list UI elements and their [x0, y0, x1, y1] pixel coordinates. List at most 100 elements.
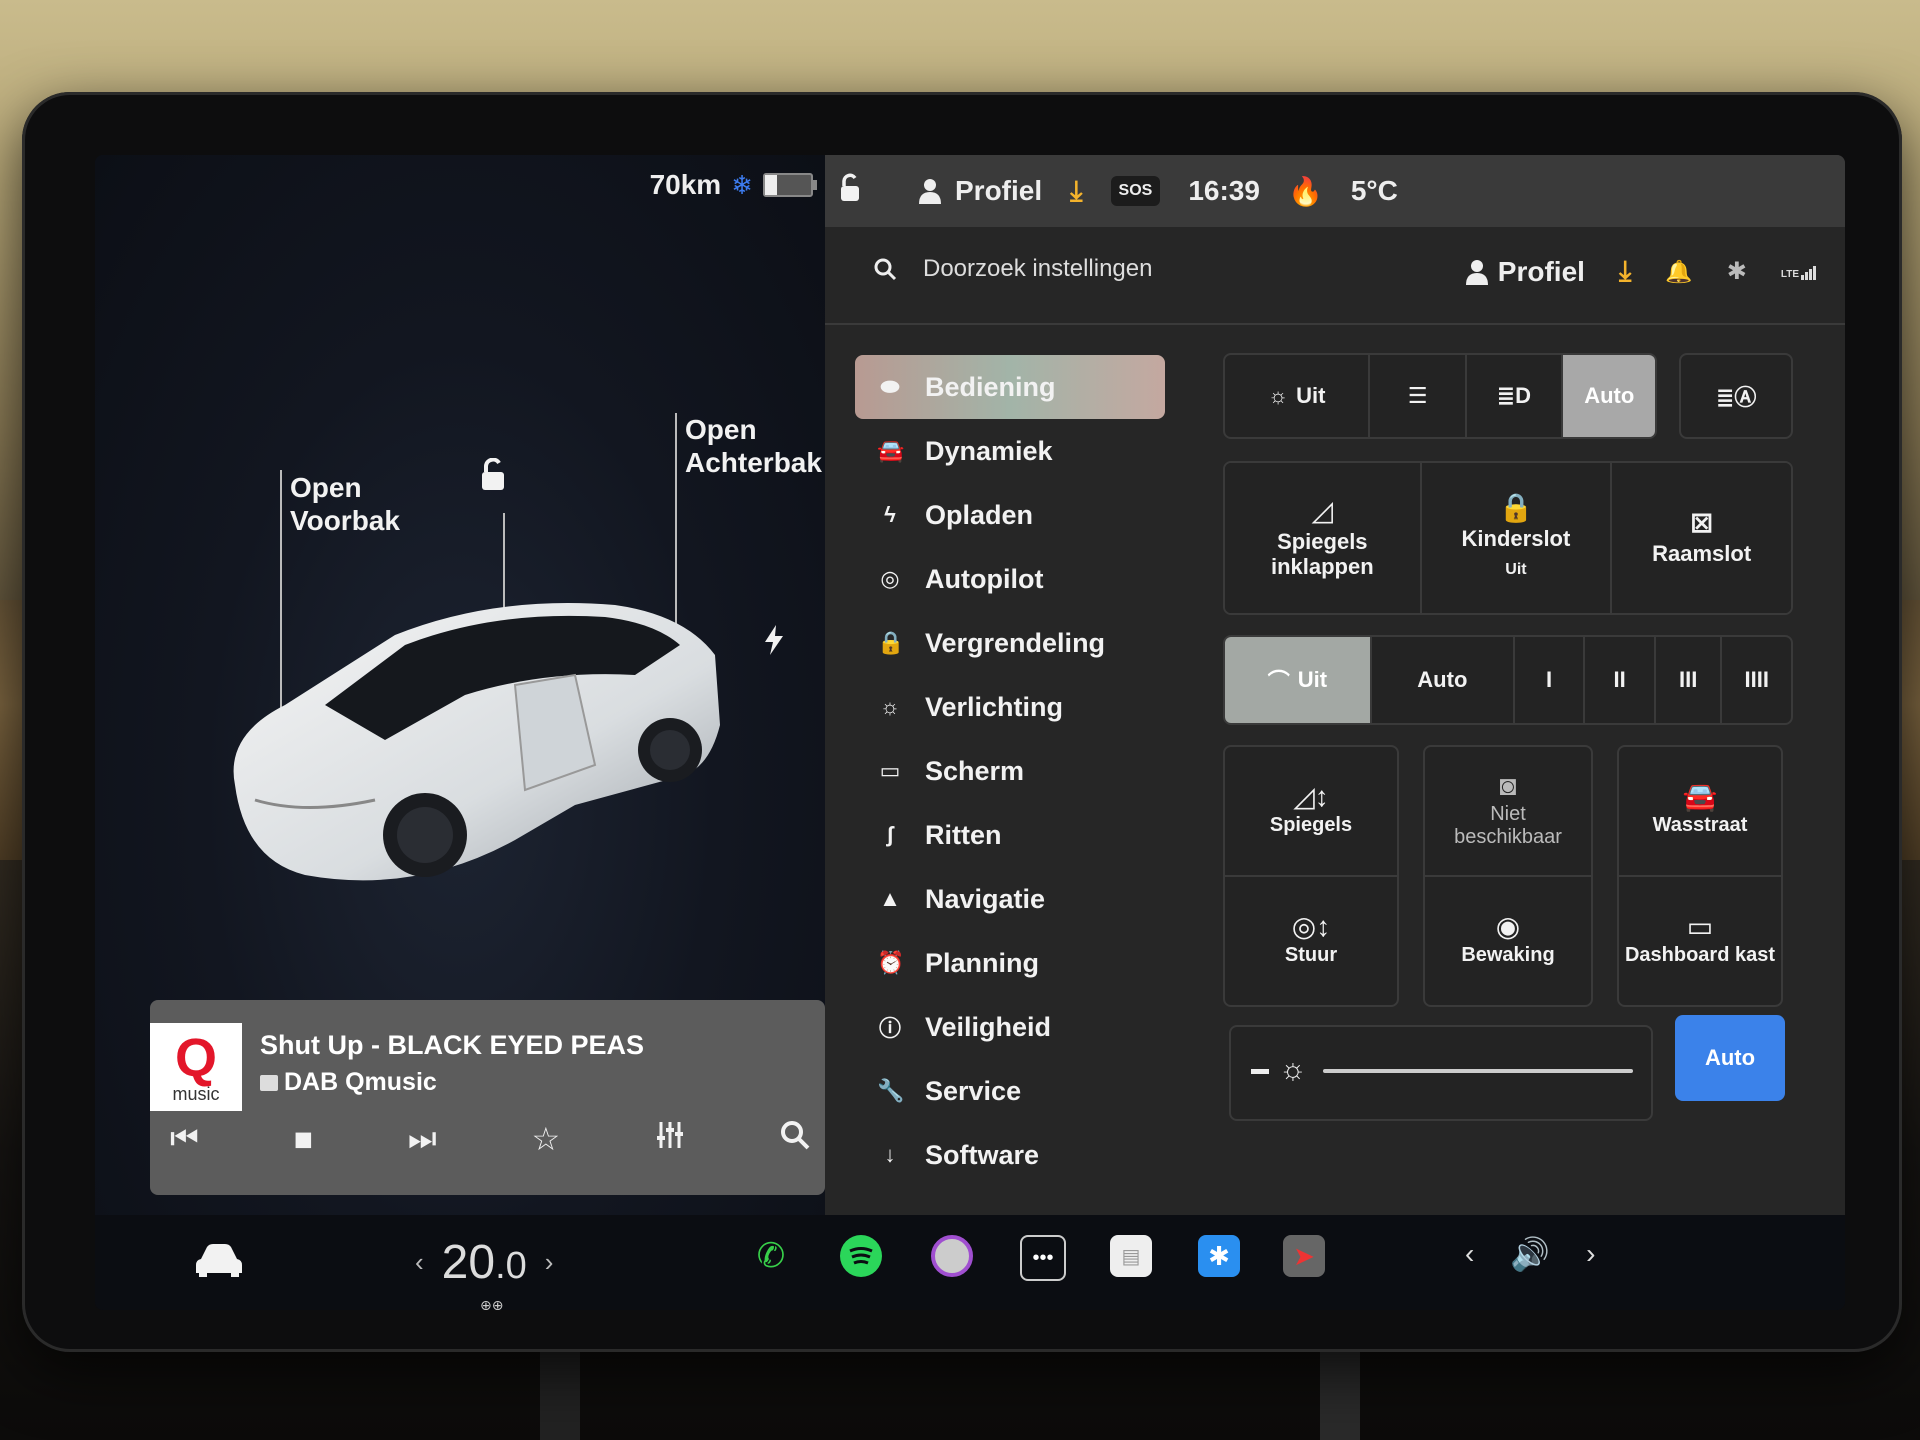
display-icon: ▭: [879, 758, 901, 783]
temp-decrease-button[interactable]: ‹: [415, 1247, 424, 1278]
search-placeholder: Doorzoek instellingen: [923, 255, 1153, 282]
car-controls-icon[interactable]: [195, 1243, 243, 1286]
child-lock-button[interactable]: 🔒 Kinderslot Uit: [1421, 463, 1613, 613]
unavailable-label-1: Niet: [1490, 802, 1526, 825]
stop-icon[interactable]: ■: [294, 1121, 313, 1158]
sun-icon: ☼: [1267, 383, 1289, 408]
next-track-icon[interactable]: ⏭: [408, 1120, 437, 1158]
wiper-speed-4[interactable]: IIII: [1722, 637, 1791, 723]
wiper-speed-2[interactable]: II: [1585, 637, 1656, 723]
spotify-app-icon[interactable]: [840, 1235, 882, 1277]
unavailable-label-2: beschikbaar: [1454, 825, 1562, 848]
calendar-app-icon[interactable]: ▤: [1110, 1235, 1152, 1277]
outside-temperature: 5°C: [1350, 175, 1398, 206]
open-trunk-button[interactable]: Open Achterbak: [685, 413, 822, 479]
brightness-auto-button[interactable]: Auto: [1675, 1015, 1785, 1101]
sidebar-item-planning[interactable]: ⏰ Planning: [855, 931, 1165, 995]
volume-icon[interactable]: 🔊: [1510, 1235, 1550, 1273]
media-search-icon[interactable]: [780, 1120, 810, 1158]
headlights-selector: ☼ Uit ☰ ≣D Auto: [1223, 353, 1658, 439]
temperature-int: 20: [441, 1236, 496, 1289]
glovebox-button[interactable]: ▭ Dashboard kast: [1617, 877, 1783, 1007]
charge-port-icon[interactable]: [763, 625, 785, 663]
parking-lights-option[interactable]: ☰: [1370, 355, 1467, 437]
sidebar-item-veiligheid[interactable]: ⓘ Veiligheid: [855, 995, 1165, 1059]
profile-header-button[interactable]: Profiel: [1465, 256, 1585, 288]
open-frunk-button[interactable]: Open Voorbak: [290, 471, 400, 537]
equalizer-icon[interactable]: [655, 1120, 685, 1158]
battery-icon: [763, 173, 817, 197]
temperature-readout[interactable]: 20.0: [442, 1235, 527, 1290]
sidebar-item-scherm[interactable]: ▭ Scherm: [855, 739, 1165, 803]
sidebar-item-dynamiek[interactable]: 🚘 Dynamiek: [855, 419, 1165, 483]
lock-status-icon[interactable]: [837, 173, 861, 210]
sentry-mode-button[interactable]: ◉ Bewaking: [1423, 877, 1593, 1007]
car-view-panel: 70km ❄ Open Voorbak Open Achterbak Q mus…: [95, 155, 825, 1215]
more-apps-icon[interactable]: •••: [1020, 1235, 1066, 1281]
temp-increase-button[interactable]: ›: [545, 1247, 554, 1278]
wiper-speed-1[interactable]: I: [1515, 637, 1586, 723]
media-player: Q music Shut Up - BLACK EYED PEAS DAB Qm…: [150, 1000, 825, 1195]
defrost-icons[interactable]: ⊕⊕: [480, 1297, 503, 1310]
volume-up-button[interactable]: ›: [1586, 1238, 1595, 1270]
volume-down-button[interactable]: ‹: [1465, 1238, 1474, 1270]
steering-adjust-button[interactable]: ◎↕ Stuur: [1223, 877, 1399, 1007]
bottom-dock: ‹ 20.0 › ⊕⊕ ✆ ••• ▤ ✱ ➤ ‹ 🔊 ›: [95, 1215, 1845, 1310]
sidebar-item-verlichting[interactable]: ☼ Verlichting: [855, 675, 1165, 739]
window-lock-button[interactable]: ⊠ Raamslot: [1612, 463, 1791, 613]
bell-icon[interactable]: 🔔: [1665, 259, 1692, 285]
range-readout: 70km: [649, 169, 722, 200]
download-icon[interactable]: ⤓: [1619, 255, 1631, 288]
wipers-auto-label: Auto: [1417, 667, 1468, 692]
bluetooth-icon[interactable]: ✱: [1727, 257, 1747, 286]
bluetooth-app-icon[interactable]: ✱: [1198, 1235, 1240, 1277]
sidebar-item-opladen[interactable]: ϟ Opladen: [855, 483, 1165, 547]
radio-icon: [260, 1074, 278, 1091]
brightness-track[interactable]: [1323, 1069, 1633, 1073]
sidebar-item-bediening[interactable]: ⬬ Bediening: [855, 355, 1165, 419]
lights-auto-option[interactable]: Auto: [1563, 355, 1656, 437]
brightness-slider[interactable]: ☼: [1229, 1025, 1653, 1121]
navigation-app-icon[interactable]: ➤: [1283, 1235, 1325, 1277]
sidebar-label: Scherm: [925, 755, 1025, 786]
window-lock-label: Raamslot: [1652, 541, 1752, 566]
display-stand: [540, 1340, 580, 1440]
sidebar-item-software[interactable]: ↓ Software: [855, 1123, 1165, 1187]
tiles-column-3: 🚘 Wasstraat ▭ Dashboard kast: [1617, 745, 1783, 1007]
tiles-column-1: ◿↕ Spiegels ◎↕ Stuur: [1223, 745, 1399, 1007]
phone-app-icon[interactable]: ✆: [750, 1235, 792, 1277]
car-wash-button[interactable]: 🚘 Wasstraat: [1617, 745, 1783, 877]
station-logo: Q music: [150, 1023, 242, 1111]
sidebar-item-autopilot[interactable]: ◎ Autopilot: [855, 547, 1165, 611]
mirrors-adjust-button[interactable]: ◿↕ Spiegels: [1223, 745, 1399, 877]
dashcam-unavailable-tile: ◙ Niet beschikbaar: [1423, 745, 1593, 877]
sidebar-label: Opladen: [925, 499, 1034, 530]
auto-high-beam-button[interactable]: ≣Ⓐ: [1679, 353, 1793, 439]
sidebar-item-navigatie[interactable]: ▲ Navigatie: [855, 867, 1165, 931]
software-update-icon[interactable]: ⤓: [1070, 175, 1082, 208]
wipers-auto-option[interactable]: Auto: [1372, 637, 1515, 723]
wiper-speed-label: II: [1613, 667, 1626, 692]
fold-mirrors-button[interactable]: ◿ Spiegels inklappen: [1225, 463, 1422, 613]
window-lock-icon: ⊠: [1689, 507, 1714, 538]
previous-track-icon[interactable]: ⏮: [170, 1120, 199, 1158]
station-name-row: DAB Qmusic: [260, 1068, 437, 1097]
camera-app-icon[interactable]: [931, 1235, 973, 1277]
sidebar-item-ritten[interactable]: ʃ Ritten: [855, 803, 1165, 867]
unlock-icon[interactable]: [478, 457, 508, 500]
profile-label: Profiel: [955, 175, 1043, 206]
station-name: DAB Qmusic: [284, 1068, 437, 1096]
sidebar-item-service[interactable]: 🔧 Service: [855, 1059, 1165, 1123]
low-beam-option[interactable]: ≣D: [1467, 355, 1564, 437]
settings-search[interactable]: Doorzoek instellingen: [873, 255, 1152, 283]
brightness-decrease-icon[interactable]: [1251, 1069, 1269, 1074]
profile-button[interactable]: Profiel: [919, 175, 1042, 207]
wipers-off-option[interactable]: ⌒ Uit: [1225, 637, 1372, 723]
favorite-star-icon[interactable]: ☆: [532, 1120, 561, 1158]
mirrors-adjust-label: Spiegels: [1269, 814, 1353, 836]
lights-off-option[interactable]: ☼ Uit: [1225, 355, 1371, 437]
sos-button[interactable]: SOS: [1110, 176, 1161, 206]
wiper-speed-3[interactable]: III: [1656, 637, 1723, 723]
sidebar-item-vergrendeling[interactable]: 🔒 Vergrendeling: [855, 611, 1165, 675]
station-logo-text: music: [172, 1084, 220, 1104]
